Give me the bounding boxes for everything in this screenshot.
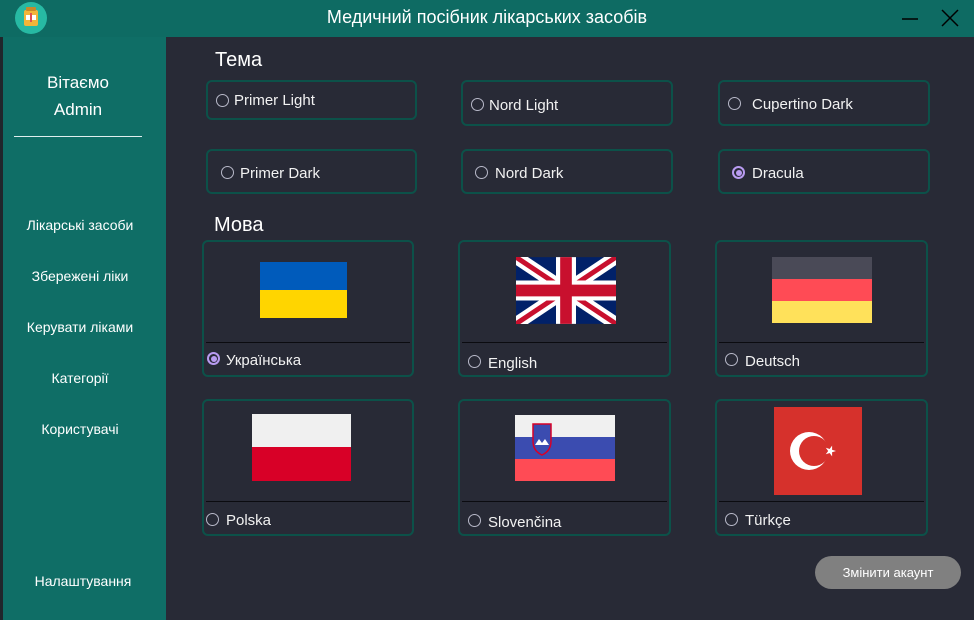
- theme-option-label: Primer Light: [234, 92, 315, 109]
- divider: [206, 501, 410, 502]
- sidebar-item-medicines[interactable]: Лікарські засоби: [0, 217, 160, 233]
- theme-option-cupertino-dark[interactable]: Cupertino Dark: [718, 80, 930, 126]
- language-option-turkish[interactable]: Türkçe: [715, 399, 928, 536]
- radio-button[interactable]: [468, 355, 481, 368]
- sidebar-item-users[interactable]: Користувачі: [0, 421, 160, 437]
- theme-option-dracula[interactable]: Dracula: [718, 149, 930, 194]
- radio-button[interactable]: [216, 94, 229, 107]
- theme-option-primer-light[interactable]: Primer Light: [206, 80, 417, 120]
- radio-button[interactable]: [471, 98, 484, 111]
- window-title: Медичний посібник лікарських засобів: [326, 7, 648, 27]
- theme-option-nord-dark[interactable]: Nord Dark: [461, 149, 673, 194]
- language-option-label: English: [488, 355, 538, 372]
- germany-flag-icon: [772, 257, 872, 323]
- language-option-label: Polska: [226, 512, 272, 529]
- language-section-title: Мова: [214, 214, 264, 236]
- language-option-slovenian[interactable]: Slovenčina: [458, 399, 671, 536]
- theme-option-nord-light[interactable]: Nord Light: [461, 80, 673, 126]
- radio-button[interactable]: [725, 513, 738, 526]
- divider: [462, 501, 667, 502]
- language-option-german[interactable]: Deutsch: [715, 240, 928, 377]
- title-bar: Медичний посібник лікарських засобів: [0, 0, 974, 37]
- sidebar: Вітаємо Admin Лікарські засоби Збережені…: [0, 37, 166, 620]
- language-option-english[interactable]: English: [458, 240, 671, 377]
- welcome-text: Вітаємо Admin: [0, 69, 156, 123]
- radio-button[interactable]: [206, 513, 219, 526]
- divider: [462, 342, 667, 343]
- welcome-greeting: Вітаємо: [47, 73, 109, 92]
- radio-button-selected[interactable]: [207, 352, 220, 365]
- theme-option-label: Cupertino Dark: [752, 96, 853, 113]
- theme-option-primer-dark[interactable]: Primer Dark: [206, 149, 417, 194]
- turkey-flag-icon: [774, 407, 862, 495]
- language-option-polish[interactable]: Polska: [202, 399, 414, 536]
- theme-option-label: Nord Dark: [495, 165, 564, 182]
- radio-button[interactable]: [475, 166, 488, 179]
- sidebar-divider: [14, 136, 142, 137]
- divider: [206, 342, 410, 343]
- theme-section-title: Тема: [215, 49, 263, 71]
- radio-button-selected[interactable]: [732, 166, 745, 179]
- language-option-ukrainian[interactable]: Українська: [202, 240, 414, 377]
- poland-flag-icon: [252, 414, 351, 481]
- divider: [719, 342, 924, 343]
- welcome-username: Admin: [53, 100, 103, 119]
- slovenia-flag-icon: [515, 415, 615, 481]
- radio-button[interactable]: [221, 166, 234, 179]
- language-option-label: Deutsch: [745, 353, 801, 370]
- radio-button[interactable]: [468, 514, 481, 527]
- divider: [719, 501, 924, 502]
- theme-option-label: Primer Dark: [240, 165, 321, 182]
- language-option-label: Slovenčina: [488, 514, 562, 531]
- close-icon[interactable]: [938, 6, 962, 30]
- sidebar-item-settings[interactable]: Налаштування: [3, 573, 163, 589]
- theme-option-label: Nord Light: [489, 97, 559, 114]
- radio-button[interactable]: [728, 97, 741, 110]
- language-option-label: Українська: [226, 352, 302, 369]
- ukraine-flag-icon: [260, 262, 347, 318]
- uk-flag-icon: [516, 257, 616, 324]
- sidebar-item-saved-medicines[interactable]: Збережені ліки: [0, 268, 160, 284]
- sidebar-item-manage-medicines[interactable]: Керувати ліками: [0, 319, 160, 335]
- radio-button[interactable]: [725, 353, 738, 366]
- language-option-label: Türkçe: [745, 512, 791, 529]
- theme-option-label: Dracula: [752, 165, 804, 182]
- switch-account-button[interactable]: Змінити акаунт: [815, 556, 961, 589]
- minimize-icon[interactable]: [898, 6, 922, 30]
- sidebar-item-categories[interactable]: Категорії: [0, 370, 160, 386]
